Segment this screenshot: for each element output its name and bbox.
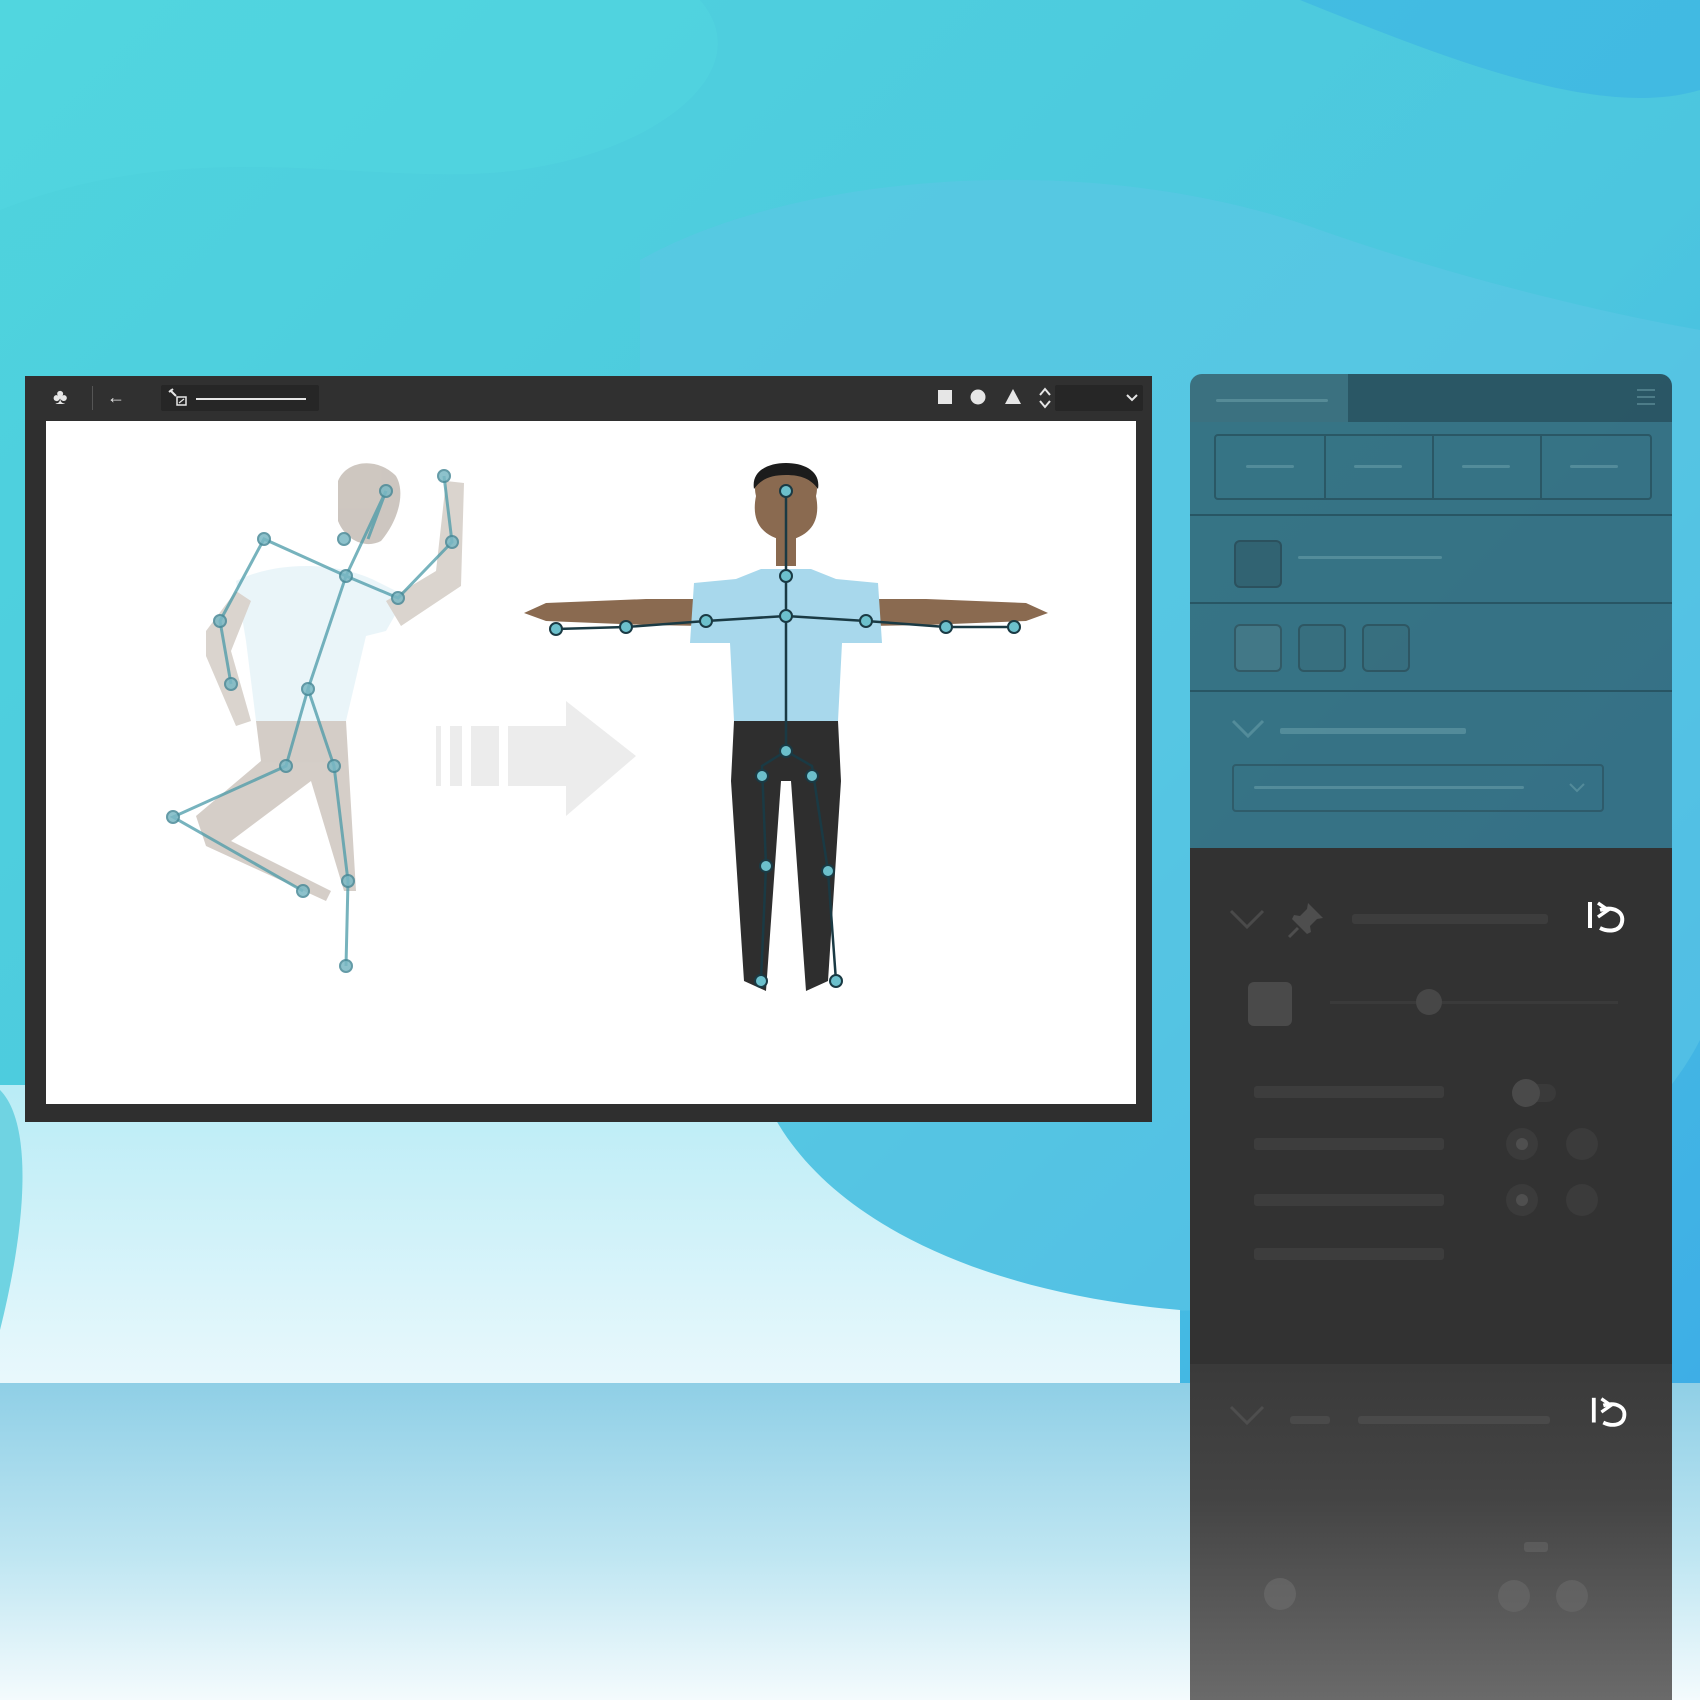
section-title-line — [1358, 1416, 1550, 1424]
faded-control — [1264, 1578, 1296, 1610]
radio-icon[interactable] — [1566, 1128, 1598, 1160]
toolbar: ♣ ← — [25, 376, 1152, 420]
slider-thumb[interactable] — [1416, 989, 1442, 1015]
toggle-switch-icon[interactable] — [1512, 1079, 1556, 1107]
circle-icon[interactable] — [969, 388, 987, 406]
mode-button-3[interactable] — [1432, 436, 1542, 498]
faded-toggle — [1524, 1542, 1548, 1552]
square-icon[interactable] — [937, 389, 953, 405]
layer-swatch[interactable] — [1234, 540, 1282, 588]
shape-option-3[interactable] — [1362, 624, 1410, 672]
back-arrow-icon[interactable]: ← — [107, 387, 125, 407]
chevron-down-icon[interactable] — [1230, 718, 1266, 740]
tab-active[interactable] — [1190, 374, 1348, 422]
panel-pin-section — [1190, 848, 1672, 1364]
radio-icon[interactable] — [1506, 1128, 1538, 1160]
triangle-icon[interactable] — [1004, 388, 1022, 405]
stepper-icon[interactable] — [1038, 386, 1052, 410]
tab-inactive[interactable] — [1348, 374, 1672, 422]
bone-tool-icon[interactable] — [167, 388, 189, 408]
toolbar-separator — [92, 386, 93, 410]
dropdown-field[interactable] — [1232, 764, 1604, 812]
layer-name-line — [1298, 556, 1442, 559]
divider — [1190, 690, 1672, 692]
club-icon[interactable]: ♣ — [53, 386, 67, 408]
property-swatch[interactable] — [1248, 982, 1292, 1026]
slider[interactable] — [1330, 1001, 1618, 1004]
option-label-2 — [1254, 1138, 1444, 1150]
faded-radio — [1556, 1580, 1588, 1612]
divider — [1190, 514, 1672, 516]
mode-buttons — [1214, 434, 1652, 500]
mode-button-2[interactable] — [1324, 436, 1434, 498]
tpose-skeleton — [555, 491, 1014, 982]
radio-icon[interactable] — [1506, 1184, 1538, 1216]
shape-option-2[interactable] — [1298, 624, 1346, 672]
section-title-line — [1280, 728, 1466, 734]
panel-lower-section — [1190, 1364, 1672, 1700]
mode-button-1[interactable] — [1216, 436, 1326, 498]
mode-button-4[interactable] — [1540, 436, 1648, 498]
properties-panel — [1190, 374, 1672, 1700]
rig-illustration — [166, 463, 1048, 991]
editor-window: ♣ ← — [25, 376, 1152, 1122]
panel-upper-section — [1190, 374, 1672, 848]
canvas[interactable] — [46, 421, 1136, 1104]
transition-arrow — [436, 701, 636, 816]
bone-name-field[interactable] — [161, 385, 319, 411]
zoom-select[interactable] — [1055, 385, 1143, 411]
faded-radio — [1498, 1580, 1530, 1612]
radio-icon[interactable] — [1566, 1184, 1598, 1216]
chevron-down-icon[interactable] — [1228, 908, 1266, 932]
option-label-4 — [1254, 1248, 1444, 1260]
chevron-down-icon[interactable] — [1228, 1404, 1266, 1428]
divider — [1190, 602, 1672, 604]
panel-tabs — [1190, 374, 1672, 422]
section-label-short — [1290, 1416, 1330, 1424]
field-text-line — [196, 398, 306, 400]
shape-option-1[interactable] — [1234, 624, 1282, 672]
pin-icon[interactable] — [1286, 900, 1326, 940]
reset-icon[interactable] — [1584, 898, 1628, 938]
chevron-down-icon — [1569, 783, 1585, 793]
section-title-line — [1352, 914, 1548, 924]
option-label-1 — [1254, 1086, 1444, 1098]
reset-icon[interactable] — [1588, 1394, 1630, 1432]
option-label-3 — [1254, 1194, 1444, 1206]
menu-icon[interactable] — [1636, 388, 1656, 406]
chevron-down-icon — [1126, 394, 1138, 402]
